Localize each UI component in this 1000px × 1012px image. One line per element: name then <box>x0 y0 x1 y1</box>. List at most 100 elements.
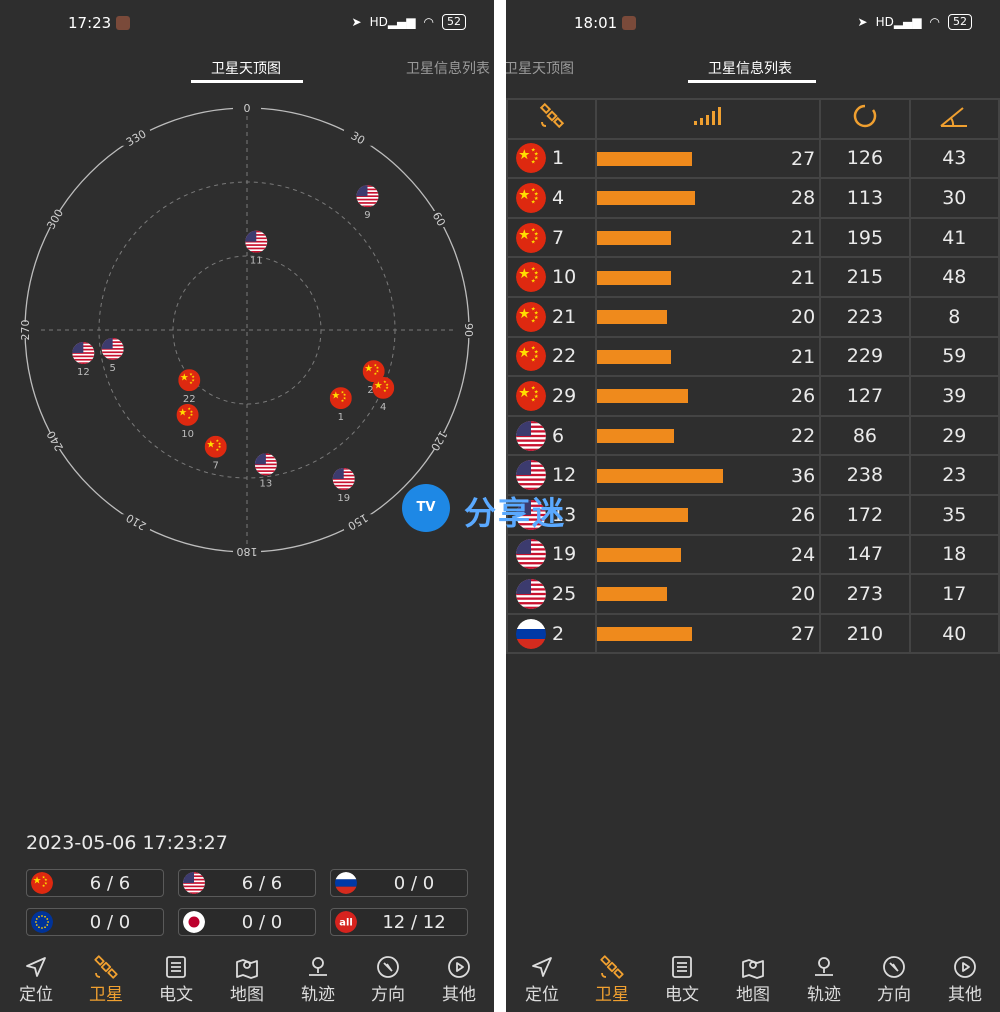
nav-item-map[interactable]: 地图 <box>723 950 783 1005</box>
table-row[interactable]: ★ ★ ★ ★ ★ 7 21 195 41 <box>506 216 1000 259</box>
nav-item-play-circle[interactable]: 其他 <box>429 950 489 1005</box>
elevation-icon <box>940 107 968 128</box>
satellite-marker-11[interactable] <box>245 230 268 253</box>
nav-item-satellite[interactable]: 卫星 <box>582 950 642 1005</box>
tab-skyplot[interactable]: 卫星天顶图 <box>506 58 574 78</box>
satellite-prn-label: 12 <box>77 367 90 378</box>
svg-text:★: ★ <box>341 398 345 403</box>
svg-text:★: ★ <box>518 306 530 322</box>
nav-item-satellite[interactable]: 卫星 <box>76 950 136 1005</box>
prn-label: 7 <box>552 226 565 249</box>
nav-label: 卫星 <box>89 985 123 1005</box>
snr-cell: 27 <box>595 137 822 180</box>
track-pin-icon <box>815 957 833 976</box>
svg-text:★: ★ <box>518 266 530 282</box>
satellite-marker-7[interactable]: ★ ★★★★ <box>204 435 227 458</box>
count-jp[interactable]: 0 / 0 <box>178 908 316 936</box>
svg-text:★: ★ <box>374 380 383 391</box>
satellite-marker-5[interactable] <box>101 337 124 360</box>
nav-item-play-circle[interactable]: 其他 <box>935 950 995 1005</box>
prn-cell: ★ ★ ★ ★ ★ 22 <box>506 335 598 378</box>
satellite-icon <box>600 955 624 979</box>
table-row[interactable]: 2 27 210 40 <box>506 612 1000 655</box>
svg-text:★: ★ <box>531 358 536 364</box>
nav-item-navigation-arrow[interactable]: 定位 <box>6 950 66 1005</box>
tab-satellite-list[interactable]: 卫星信息列表 <box>708 58 792 78</box>
prn-cell: ★ ★ ★ ★ ★ 4 <box>506 177 598 219</box>
snr-value: 22 <box>791 425 816 448</box>
satellite-prn-label: 9 <box>364 210 370 221</box>
watermark: TV 分享迷 <box>402 484 602 532</box>
table-row[interactable]: ★ ★ ★ ★ ★ 4 28 113 30 <box>506 177 1000 219</box>
count-ru[interactable]: 0 / 0 <box>330 869 468 897</box>
snr-bar <box>597 389 689 404</box>
table-row[interactable]: 25 20 273 17 <box>506 573 1000 615</box>
svg-text:★: ★ <box>531 160 536 166</box>
status-icons: ➤ HD▂▄▆ ◠ 52 <box>352 14 466 30</box>
satellite-marker-19[interactable] <box>332 467 355 490</box>
count-us[interactable]: 6 / 6 <box>178 869 316 897</box>
satellite-marker-13[interactable] <box>254 453 277 476</box>
satellite-prn-label: 4 <box>380 402 386 413</box>
app-notification-icon <box>622 16 636 30</box>
svg-text:★: ★ <box>188 415 192 420</box>
nav-item-compass[interactable]: 方向 <box>864 950 924 1005</box>
satellite-marker-9[interactable] <box>356 185 379 208</box>
count-value: 0 / 0 <box>393 873 435 894</box>
prn-label: 22 <box>552 345 577 368</box>
prn-label: 21 <box>552 305 577 328</box>
table-row[interactable]: ★ ★ ★ ★ ★ 10 21 215 48 <box>506 256 1000 298</box>
svg-text:★: ★ <box>206 439 215 450</box>
flag-cn-icon: ★ ★★★★ <box>31 872 53 894</box>
flag-us-icon <box>516 578 546 609</box>
satellite-marker-1[interactable]: ★ ★★★★ <box>329 387 352 410</box>
snr-cell: 22 <box>595 414 822 457</box>
nav-item-compass[interactable]: 方向 <box>358 950 418 1005</box>
count-value: 12 / 12 <box>382 912 446 933</box>
tab-skyplot[interactable]: 卫星天顶图 <box>211 58 281 78</box>
nav-item-document[interactable]: 电文 <box>652 950 712 1005</box>
table-row[interactable]: 19 24 147 18 <box>506 533 1000 576</box>
snr-cell: 27 <box>595 612 822 655</box>
degree-label: 0 <box>244 102 251 115</box>
satellite-marker-12[interactable] <box>72 342 95 365</box>
table-row[interactable]: ★ ★ ★ ★ ★ 29 26 127 39 <box>506 375 1000 417</box>
bottom-nav-right: 定位 卫星 电文 地图 轨迹 方向 其他 <box>506 950 1000 1012</box>
azimuth-cell: 147 <box>819 533 911 576</box>
count-cn[interactable]: ★ ★ ★ ★ ★ 6 / 6 <box>26 869 164 897</box>
flag-cn-icon: ★ ★★★★ <box>516 143 546 174</box>
table-row[interactable]: ★ ★ ★ ★ ★ 1 27 126 43 <box>506 137 1000 180</box>
satellite-marker-10[interactable]: ★ ★★★★ <box>176 403 199 426</box>
table-row[interactable]: ★ ★ ★ ★ ★ 21 20 223 8 <box>506 295 1000 338</box>
prn-label: 6 <box>552 424 565 447</box>
count-eu[interactable]: 0 / 0 <box>26 908 164 936</box>
nav-item-track-pin[interactable]: 轨迹 <box>288 950 348 1005</box>
elevation-cell: 8 <box>908 295 1000 338</box>
table-row[interactable]: 6 22 86 29 <box>506 414 1000 457</box>
svg-text:★: ★ <box>531 279 536 285</box>
svg-text:★: ★ <box>216 447 220 452</box>
snr-bar <box>597 587 668 602</box>
compass-icon <box>377 956 399 978</box>
nav-item-navigation-arrow[interactable]: 定位 <box>512 950 572 1005</box>
snr-value: 24 <box>791 543 816 566</box>
snr-cell: 21 <box>595 256 822 298</box>
nav-item-document[interactable]: 电文 <box>146 950 206 1005</box>
nav-item-track-pin[interactable]: 轨迹 <box>794 950 854 1005</box>
nav-item-map[interactable]: 地图 <box>217 950 277 1005</box>
satellite-marker-22[interactable]: ★ ★★★★ <box>178 369 201 392</box>
svg-text:★: ★ <box>33 876 42 887</box>
elevation-cell: 18 <box>908 533 1000 576</box>
prn-cell: ★ ★ ★ ★ ★ 29 <box>506 375 598 417</box>
svg-text:★: ★ <box>518 147 530 163</box>
status-time: 17:23 <box>68 14 112 32</box>
snr-cell: 26 <box>595 375 822 417</box>
table-row[interactable]: ★ ★ ★ ★ ★ 22 21 229 59 <box>506 335 1000 378</box>
snr-bar <box>597 310 668 325</box>
count-all[interactable]: all 12 / 12 <box>330 908 468 936</box>
satellite-marker-4[interactable]: ★ ★★★★ <box>372 376 395 399</box>
satellite-prn-label: 1 <box>338 412 344 423</box>
prn-label: 1 <box>552 147 565 170</box>
prn-cell: ★ ★ ★ ★ ★ 21 <box>506 295 598 338</box>
tab-satellite-list[interactable]: 卫星信息列表 <box>406 58 490 78</box>
